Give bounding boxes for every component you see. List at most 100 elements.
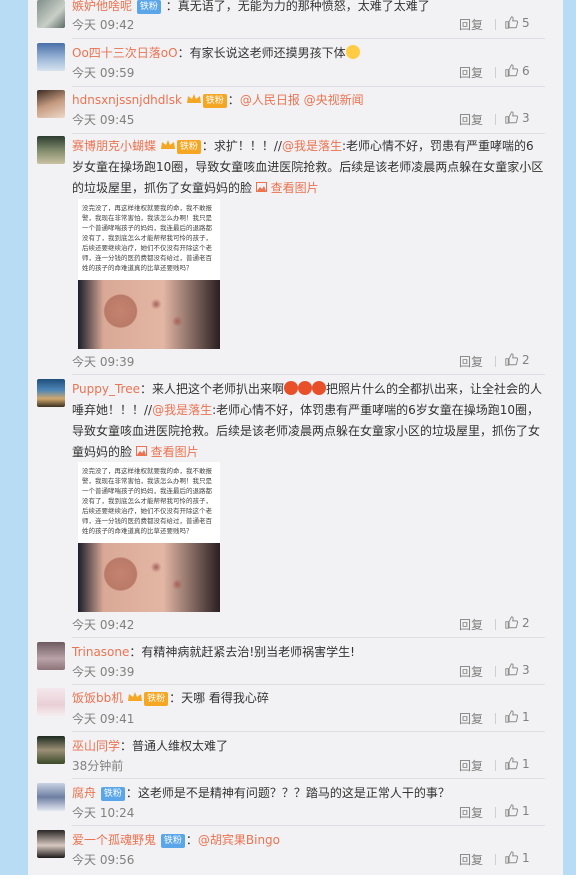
avatar[interactable] [37,90,65,118]
separator [495,114,496,125]
like-button[interactable]: 2 [505,353,545,367]
mention-link[interactable]: @我是落生 [282,139,342,153]
username[interactable]: 赛博朋克小蝴蝶 [72,139,156,153]
view-picture-link[interactable]: 查看图片 [135,445,199,459]
image-text: 没完没了，再这样维权就要我的命，我不敢报警，我现在非常害怕，我该怎么办啊！我只是… [82,204,212,272]
like-button[interactable]: 1 [505,757,545,771]
divider [72,133,545,134]
reply-button[interactable]: 回复 [459,710,483,727]
username[interactable]: hdnsxnjssnjdhdlsk [72,93,182,107]
image-text: 没完没了，再这样维权就要我的命，我不敢报警，我现在非常害怕，我该怎么办啊！我只是… [82,467,212,535]
avatar[interactable] [37,379,65,407]
comment-text: ：求扩！！！// [201,139,282,153]
like-button[interactable]: 6 [505,64,545,78]
photo-region [78,280,220,349]
divider [72,86,545,87]
reply-button[interactable]: 回复 [459,616,483,633]
avatar[interactable] [37,0,65,28]
thumb-up-icon [505,353,519,366]
mention-link[interactable]: @胡宾果Bingo [198,833,280,847]
avatar[interactable] [37,830,65,858]
separator [495,67,496,78]
username[interactable]: 爱一个孤魂野鬼 [72,833,156,847]
username[interactable]: 饭饭bb机 [72,691,123,705]
username[interactable]: 嫉妒他啥呢 [72,0,132,13]
separator [495,356,496,367]
thumb-up-icon [505,111,519,124]
like-button[interactable]: 1 [505,710,545,724]
separator [495,760,496,771]
username[interactable]: Oo四十三次日落oO [72,46,178,60]
mention-link[interactable]: @我是落生 [152,403,212,417]
fan-badge[interactable]: 铁粉 [100,787,125,801]
avatar[interactable] [37,688,65,716]
like-button[interactable]: 3 [505,663,545,677]
timestamp: 今天 09:59 [72,66,135,80]
fan-badge[interactable]: 铁粉 [144,692,169,706]
like-count: 1 [522,851,530,865]
username[interactable]: 腐舟 [72,786,96,800]
divider [72,374,545,375]
username[interactable]: Puppy_Tree [72,382,140,396]
like-count: 1 [522,757,530,771]
reply-button[interactable]: 回复 [459,353,483,370]
divider [72,38,545,39]
view-picture-link[interactable]: 查看图片 [255,181,319,195]
angry-emoji-icon [297,381,312,395]
picture-icon [135,446,147,456]
like-button[interactable]: 3 [505,111,545,125]
thumb-up-icon [505,64,519,77]
divider [72,825,545,826]
comment-text: ：来人把这个老师扒出来啊 [139,382,284,396]
like-count: 1 [522,804,530,818]
comment-text: ：有精神病就赶紧去治!别当老师祸害学生! [129,645,355,659]
separator [495,713,496,724]
mention-link[interactable]: @央视新闻 [304,93,364,107]
reply-button[interactable]: 回复 [459,663,483,680]
avatar[interactable] [37,136,65,164]
mention-link[interactable]: @人民日报 [240,93,300,107]
like-count: 1 [522,710,530,724]
timestamp: 今天 09:42 [72,618,135,632]
like-button[interactable]: 5 [505,16,545,30]
reply-button[interactable]: 回复 [459,64,483,81]
attached-image[interactable]: 没完没了，再这样维权就要我的命，我不敢报警，我现在非常害怕，我该怎么办啊！我只是… [78,462,220,612]
comment-text: ： [185,833,198,847]
thumb-up-icon [505,663,519,676]
comment-text: ： [227,93,240,107]
timestamp: 今天 09:39 [72,665,135,679]
reply-button[interactable]: 回复 [459,111,483,128]
like-button[interactable]: 2 [505,616,545,630]
reply-button[interactable]: 回复 [459,804,483,821]
crown-icon [186,94,201,103]
angry-emoji-icon [311,381,326,395]
avatar[interactable] [37,736,65,764]
like-count: 5 [522,16,530,30]
fan-badge[interactable]: 铁粉 [202,94,227,108]
avatar[interactable] [37,43,65,71]
reply-button[interactable]: 回复 [459,757,483,774]
thumb-up-icon [505,757,519,770]
attached-image[interactable]: 没完没了，再这样维权就要我的命，我不敢报警，我现在非常害怕，我该怎么办啊！我只是… [78,199,220,349]
fan-badge[interactable]: 铁粉 [176,140,201,154]
thumb-up-icon [505,804,519,817]
reply-button[interactable]: 回复 [459,16,483,33]
angry-emoji-icon [283,381,298,395]
username[interactable]: 巫山同学 [72,739,120,753]
fan-badge[interactable]: 铁粉 [160,834,185,848]
thumb-up-icon [505,710,519,723]
timestamp: 今天 10:24 [72,806,135,820]
fan-badge[interactable]: 铁粉 [136,0,161,14]
separator [495,619,496,630]
divider [72,731,545,732]
like-button[interactable]: 1 [505,804,545,818]
like-count: 6 [522,64,530,78]
like-count: 3 [522,663,530,677]
username[interactable]: Trinasone [72,645,129,659]
divider [72,637,545,638]
reply-button[interactable]: 回复 [459,851,483,868]
divider [72,684,545,685]
avatar[interactable] [37,783,65,811]
avatar[interactable] [37,642,65,670]
like-button[interactable]: 1 [505,851,545,865]
